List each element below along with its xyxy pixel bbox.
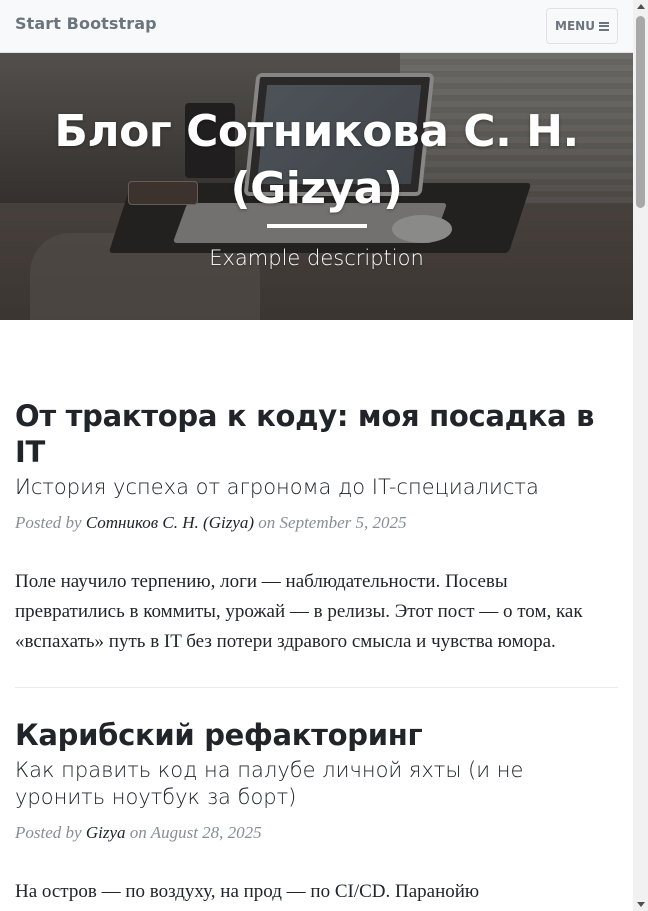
- page: Start Bootstrap MENU Блог Сотникова С. Н…: [0, 0, 633, 911]
- post-subtitle[interactable]: Как править код на палубе личной яхты (и…: [15, 757, 618, 811]
- hamburger-icon: [598, 21, 609, 31]
- post-author-link[interactable]: Сотников С. Н. (Gizya): [86, 513, 254, 532]
- menu-toggle-button[interactable]: MENU: [546, 8, 618, 44]
- page-title-line2: (Gizya): [230, 163, 403, 214]
- menu-label: MENU: [555, 19, 595, 33]
- post-meta-on: on: [258, 513, 276, 532]
- post-meta-prefix: Posted by: [15, 823, 82, 842]
- post-meta: Posted by Сотников С. Н. (Gizya) on Sept…: [15, 511, 618, 535]
- post-subtitle[interactable]: История успеха от агронома до IT-специал…: [15, 474, 618, 501]
- post-preview: Карибский рефакторинг Как править код на…: [15, 717, 618, 911]
- post-date: August 28, 2025: [150, 823, 262, 842]
- post-meta-on: on: [129, 823, 147, 842]
- scroll-up-arrow-icon[interactable]: [637, 4, 645, 9]
- post-meta: Posted by Gizya on August 28, 2025: [15, 821, 618, 845]
- post-title[interactable]: Карибский рефакторинг: [15, 717, 618, 753]
- navbar-brand[interactable]: Start Bootstrap: [15, 14, 157, 33]
- post-excerpt: Поле научило терпению, логи — наблюдател…: [15, 571, 583, 652]
- page-title: Блог Сотникова С. Н. (Gizya): [0, 103, 633, 217]
- post-author-link[interactable]: Gizya: [86, 823, 126, 842]
- post-date: September 5, 2025: [279, 513, 407, 532]
- scroll-down-arrow-icon[interactable]: [637, 902, 645, 907]
- post-title[interactable]: От трактора к коду: моя посадка в IT: [15, 398, 618, 470]
- page-subheading: Example description: [209, 246, 424, 270]
- page-title-line1: Блог Сотникова С. Н.: [54, 106, 579, 157]
- scrollbar-thumb[interactable]: [636, 16, 645, 208]
- post-divider: [15, 687, 618, 688]
- vertical-scrollbar[interactable]: [633, 0, 648, 911]
- heading-divider: [267, 224, 367, 228]
- main-nav: Start Bootstrap MENU: [0, 0, 633, 53]
- post-excerpt: На остров — по воздуху, на прод — по CI/…: [15, 881, 480, 902]
- masthead: Блог Сотникова С. Н. (Gizya) Example des…: [0, 53, 633, 320]
- post-preview: От трактора к коду: моя посадка в IT Ист…: [15, 398, 618, 676]
- post-meta-prefix: Posted by: [15, 513, 82, 532]
